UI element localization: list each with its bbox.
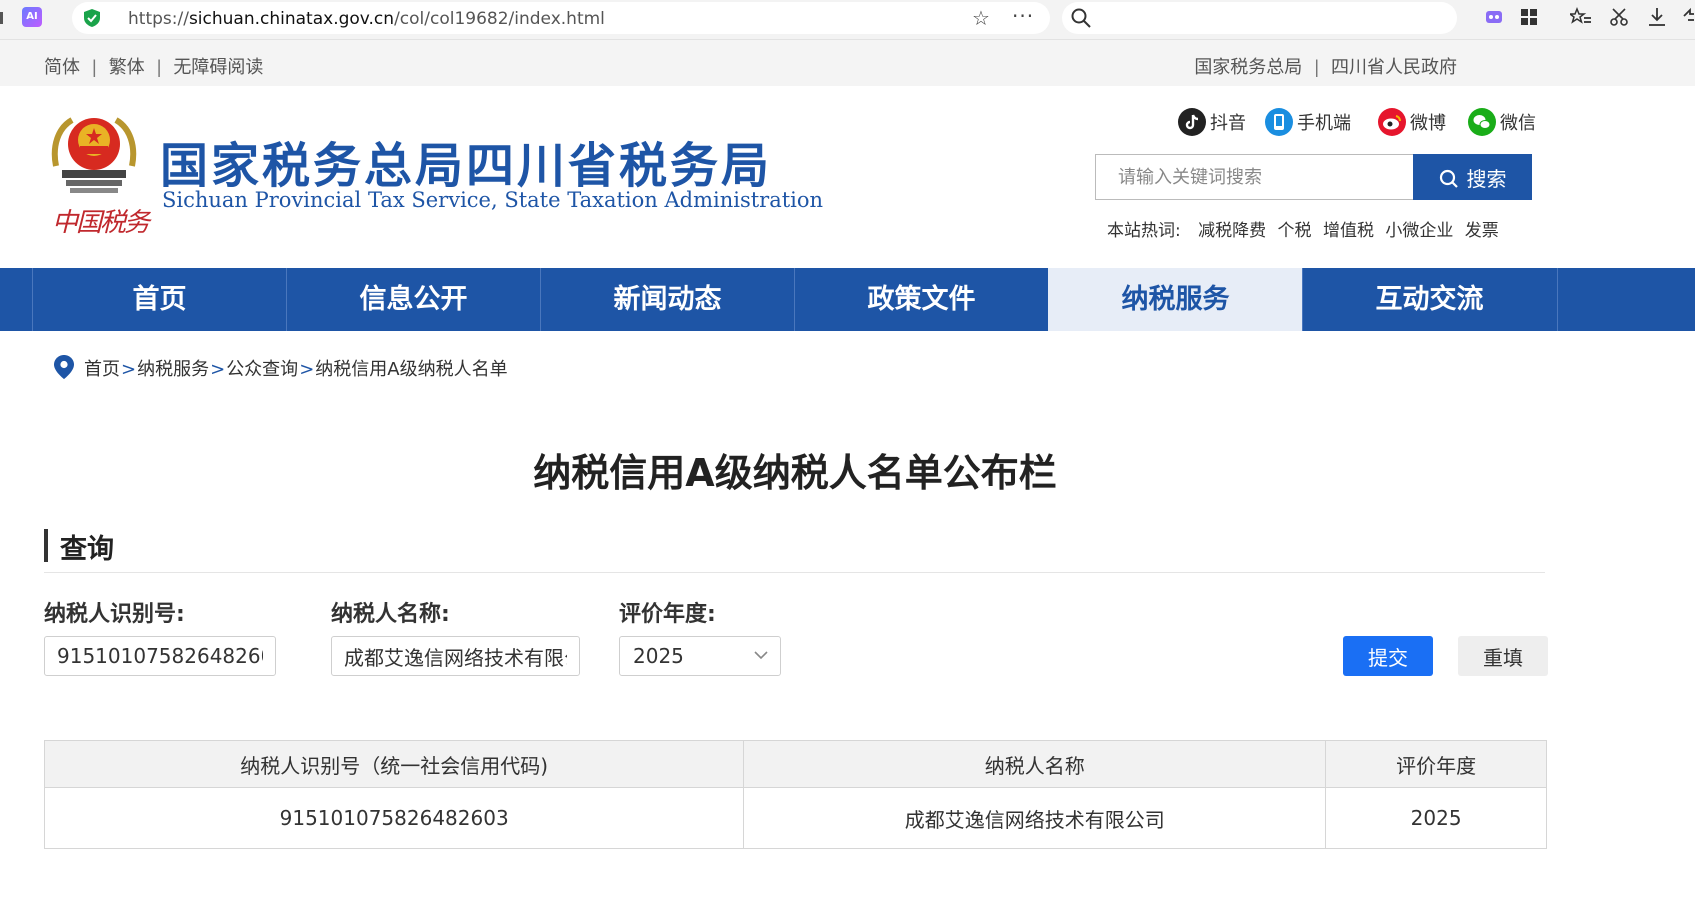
more-options-icon[interactable]: ··· (1012, 4, 1034, 28)
mobile-label: 手机端 (1297, 113, 1351, 134)
site-header: 中国税务 国家税务总局四川省税务局 Sichuan Provincial Tax… (0, 86, 1695, 268)
sichuan-gov-link[interactable]: 四川省人民政府 (1331, 57, 1457, 77)
section-title: 查询 (60, 534, 114, 565)
separator: | (156, 57, 162, 77)
breadcrumb-separator: > (121, 359, 137, 380)
nav-divider (1557, 268, 1558, 331)
nav-policy[interactable]: 政策文件 (794, 268, 1048, 331)
nav-tax-service[interactable]: 纳税服务 (1048, 268, 1302, 331)
douyin-icon (1178, 108, 1206, 136)
breadcrumb: 首页>纳税服务>公众查询>纳税信用A级纳税人名单 (54, 355, 508, 381)
taxpayer-name-label: 纳税人名称: (331, 602, 450, 627)
table-row: 915101075826482603 成都艾逸信网络技术有限公司 2025 (43, 787, 1547, 849)
external-links: 国家税务总局 | 四川省人民政府 (1194, 53, 1457, 79)
mobile-icon (1265, 108, 1293, 136)
taxpayer-id-label: 纳税人识别号: (44, 602, 185, 627)
extension-icon[interactable] (1483, 6, 1505, 28)
mobile-link[interactable]: 手机端 (1265, 108, 1351, 136)
favorite-star-icon[interactable]: ☆ (972, 6, 990, 30)
cell-evaluation-year: 2025 (1325, 787, 1547, 849)
browser-toolbar: AI https://sichuan.chinatax.gov.cn/col/c… (0, 0, 1695, 40)
chevron-down-icon (754, 651, 768, 660)
site-search-input[interactable] (1095, 154, 1413, 200)
hot-word-link[interactable]: 小微企业 (1385, 221, 1453, 241)
nav-info-disclosure[interactable]: 信息公开 (286, 268, 540, 331)
sidebar-toggle-icon[interactable] (1680, 6, 1695, 28)
hot-word-link[interactable]: 减税降费 (1198, 221, 1266, 241)
wechat-label: 微信 (1500, 113, 1536, 134)
search-icon (1439, 169, 1458, 188)
weibo-label: 微博 (1410, 113, 1446, 134)
site-search-button[interactable]: 搜索 (1413, 154, 1532, 200)
section-accent-bar (44, 529, 48, 562)
search-icon (1071, 8, 1091, 28)
cell-taxpayer-name: 成都艾逸信网络技术有限公司 (743, 787, 1327, 849)
address-url[interactable]: https://sichuan.chinatax.gov.cn/col/col1… (128, 9, 605, 29)
window-edge (0, 12, 3, 24)
utility-bar: 简体 | 繁体 | 无障碍阅读 国家税务总局 | 四川省人民政府 (0, 40, 1695, 86)
site-subtitle: Sichuan Provincial Tax Service, State Ta… (162, 188, 824, 212)
table-header-row: 纳税人识别号（统一社会信用代码) 纳税人名称 评价年度 (43, 740, 1547, 788)
traditional-chinese-link[interactable]: 繁体 (109, 57, 145, 77)
hot-word-link[interactable]: 个税 (1278, 221, 1312, 241)
evaluation-year-select[interactable]: 2025 (619, 636, 781, 676)
weibo-icon (1378, 108, 1406, 136)
page-title: 纳税信用A级纳税人名单公布栏 (533, 451, 1057, 495)
separator: | (92, 57, 97, 77)
apps-grid-icon[interactable] (1518, 6, 1540, 28)
main-nav: 首页 信息公开 新闻动态 政策文件 纳税服务 互动交流 (0, 268, 1695, 331)
hot-word-link[interactable]: 增值税 (1323, 221, 1374, 241)
breadcrumb-home[interactable]: 首页 (84, 359, 120, 380)
secure-shield-icon (84, 9, 100, 27)
search-button-label: 搜索 (1466, 166, 1507, 191)
language-links: 简体 | 繁体 | 无障碍阅读 (44, 53, 263, 79)
favorites-list-icon[interactable] (1570, 6, 1592, 28)
breadcrumb-tax-service[interactable]: 纳税服务 (137, 359, 209, 380)
wechat-link[interactable]: 微信 (1468, 108, 1536, 136)
china-tax-seal: 中国税务 (52, 208, 150, 238)
wechat-icon (1468, 108, 1496, 136)
breadcrumb-current[interactable]: 纳税信用A级纳税人名单 (315, 359, 507, 380)
taxpayer-id-input[interactable] (44, 636, 276, 676)
address-bar[interactable]: https://sichuan.chinatax.gov.cn/col/col1… (72, 2, 1050, 34)
ai-extension-icon[interactable]: AI (22, 7, 42, 27)
column-header-taxpayer-id: 纳税人识别号（统一社会信用代码) (43, 740, 745, 788)
taxpayer-name-input[interactable] (331, 636, 580, 676)
site-search: 搜索 (1095, 154, 1532, 200)
hot-word-link[interactable]: 发票 (1465, 221, 1499, 241)
simplified-chinese-link[interactable]: 简体 (44, 57, 80, 77)
download-icon[interactable] (1646, 6, 1668, 28)
douyin-link[interactable]: 抖音 (1178, 108, 1246, 136)
results-table: 纳税人识别号（统一社会信用代码) 纳税人名称 评价年度 915101075826… (43, 740, 1547, 849)
tax-emblem-logo[interactable] (44, 106, 144, 206)
evaluation-year-label: 评价年度: (619, 602, 716, 627)
sat-link[interactable]: 国家税务总局 (1194, 57, 1302, 77)
hot-words-label: 本站热词: (1107, 221, 1181, 241)
nav-home[interactable]: 首页 (32, 268, 286, 331)
evaluation-year-value: 2025 (633, 644, 684, 668)
location-pin-icon (54, 355, 74, 379)
column-header-evaluation-year: 评价年度 (1325, 740, 1547, 788)
breadcrumb-public-query[interactable]: 公众查询 (226, 359, 298, 380)
weibo-link[interactable]: 微博 (1378, 108, 1446, 136)
douyin-label: 抖音 (1210, 113, 1246, 134)
browser-search-box[interactable] (1062, 2, 1457, 34)
reset-button[interactable]: 重填 (1458, 636, 1548, 676)
accessible-reading-link[interactable]: 无障碍阅读 (173, 57, 263, 77)
nav-interaction[interactable]: 互动交流 (1302, 268, 1556, 331)
site-title: 国家税务总局四川省税务局 (160, 138, 773, 194)
separator: | (1314, 57, 1319, 77)
query-section-header: 查询 (44, 527, 1545, 573)
hot-words: 本站热词: 减税降费 个税 增值税 小微企业 发票 (1107, 216, 1505, 241)
nav-news[interactable]: 新闻动态 (540, 268, 794, 331)
submit-button[interactable]: 提交 (1343, 636, 1433, 676)
screenshot-scissors-icon[interactable] (1608, 6, 1630, 28)
cell-taxpayer-id: 915101075826482603 (43, 787, 745, 849)
breadcrumb-separator: > (299, 359, 315, 380)
breadcrumb-separator: > (210, 359, 226, 380)
column-header-taxpayer-name: 纳税人名称 (743, 740, 1327, 788)
